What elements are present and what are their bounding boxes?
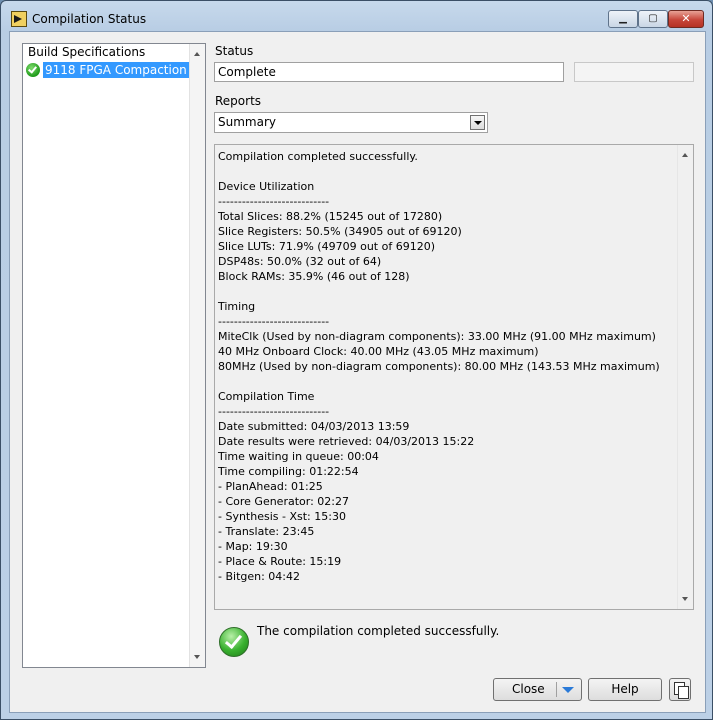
- button-divider: [556, 682, 557, 697]
- scroll-down-arrow-icon[interactable]: [682, 597, 688, 601]
- maximize-button[interactable]: ▢: [638, 10, 668, 28]
- report-content: Compilation completed successfully. Devi…: [218, 150, 660, 583]
- close-window-button[interactable]: ✕: [668, 10, 704, 28]
- scroll-down-arrow-icon[interactable]: [194, 655, 200, 659]
- result-message: The compilation completed successfully.: [257, 624, 500, 638]
- dropdown-arrow-icon[interactable]: [470, 115, 485, 130]
- chevron-down-icon[interactable]: [562, 687, 574, 693]
- build-spec-item-label: 9118 FPGA Compaction Si: [43, 62, 190, 78]
- status-secondary-field: [574, 62, 694, 82]
- compilation-status-window: Compilation Status ▁ ▢ ✕ Build Specifica…: [0, 0, 713, 720]
- build-spec-item[interactable]: 9118 FPGA Compaction Si: [23, 62, 190, 79]
- copy-icon-front: [678, 686, 689, 699]
- minimize-button[interactable]: ▁: [608, 10, 638, 28]
- dialog-body: Build Specifications 9118 FPGA Compactio…: [9, 31, 706, 713]
- close-button-label: Close: [512, 682, 545, 696]
- reports-dropdown[interactable]: Summary: [214, 112, 488, 133]
- reports-selected-value: Summary: [218, 115, 276, 129]
- list-scrollbar[interactable]: [189, 44, 205, 667]
- green-check-icon: [26, 63, 40, 77]
- scroll-up-arrow-icon[interactable]: [682, 153, 688, 157]
- report-scrollbar[interactable]: [677, 145, 693, 609]
- close-button[interactable]: Close: [493, 678, 582, 701]
- help-button-label: Help: [611, 682, 639, 696]
- success-check-icon: [219, 627, 249, 657]
- window-title: Compilation Status: [32, 12, 147, 26]
- help-button[interactable]: Help: [588, 678, 662, 701]
- status-label: Status: [215, 44, 254, 58]
- scroll-up-arrow-icon[interactable]: [194, 52, 200, 56]
- status-field: Complete: [214, 62, 564, 82]
- report-text-area[interactable]: Compilation completed successfully. Devi…: [214, 144, 694, 610]
- build-specifications-header: Build Specifications: [28, 45, 146, 59]
- reports-label: Reports: [215, 94, 262, 108]
- build-specifications-list[interactable]: Build Specifications 9118 FPGA Compactio…: [22, 43, 206, 668]
- copy-button[interactable]: [669, 678, 691, 701]
- labview-icon: [11, 11, 27, 27]
